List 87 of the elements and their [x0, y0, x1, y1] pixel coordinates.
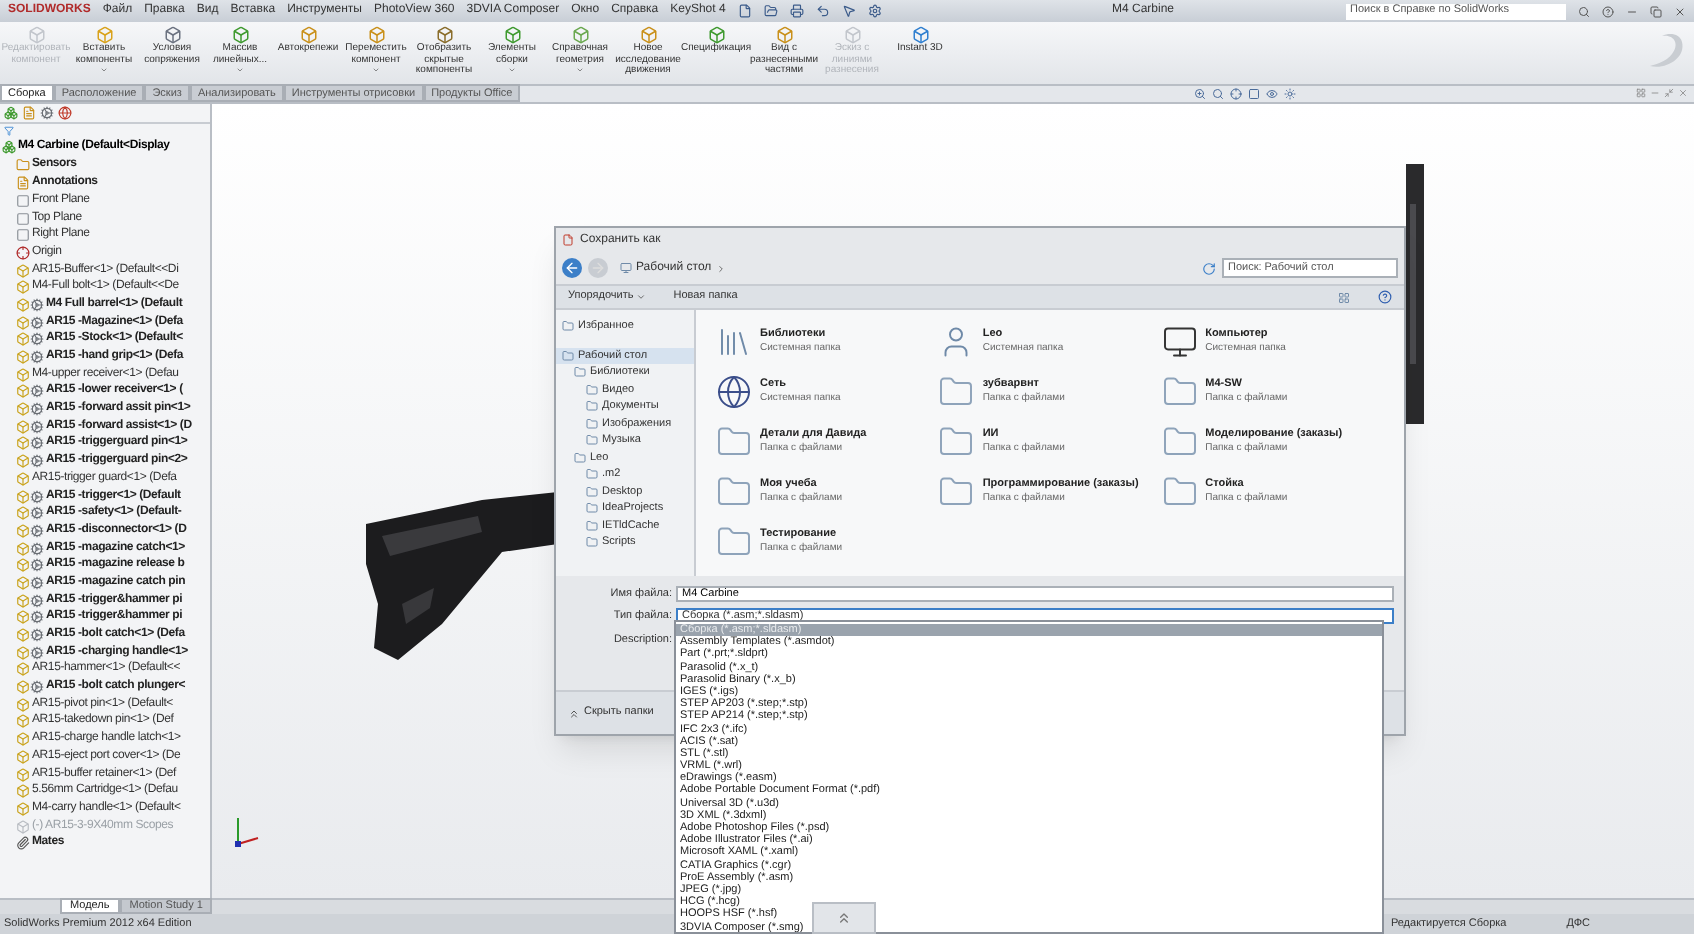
chevrons-up-icon — [836, 910, 852, 926]
folder-icon — [574, 451, 586, 464]
cube-icon — [16, 489, 30, 503]
search-icon[interactable] — [1578, 5, 1590, 17]
pointer-icon[interactable] — [841, 4, 856, 18]
gear-icon — [30, 645, 44, 660]
folder-icon — [586, 519, 598, 532]
document-icon — [16, 176, 30, 191]
assembly-icon — [2, 140, 16, 155]
folder-icon — [938, 424, 975, 460]
cube-icon — [911, 26, 929, 44]
tile-icon[interactable] — [1636, 88, 1646, 98]
gear-icon — [30, 350, 44, 364]
zoom-icon[interactable] — [1194, 87, 1206, 99]
cube-icon — [95, 26, 113, 44]
globe-icon — [716, 374, 752, 410]
restore-icon[interactable] — [1650, 5, 1662, 17]
folder-icon — [586, 400, 598, 413]
cube-icon — [435, 26, 453, 44]
search-icon[interactable] — [1212, 87, 1224, 99]
cube-icon — [299, 26, 317, 44]
folder-icon — [16, 158, 30, 173]
undo-icon[interactable] — [815, 4, 830, 18]
monitor-icon — [1161, 324, 1198, 360]
cube-icon — [16, 819, 30, 834]
folder-icon — [586, 536, 598, 549]
folder-icon — [938, 474, 975, 510]
origin-icon — [16, 245, 30, 260]
cube-icon — [163, 26, 181, 44]
view-icon[interactable] — [1338, 291, 1350, 303]
gear-icon — [30, 680, 44, 695]
folder-icon — [1161, 374, 1198, 410]
view-icon[interactable] — [1230, 87, 1242, 99]
cube-icon — [367, 26, 385, 44]
gear-icon — [30, 297, 44, 312]
printer-icon[interactable] — [789, 4, 804, 18]
gear-icon — [30, 489, 44, 503]
folder-icon — [586, 485, 598, 498]
folder-icon — [1161, 474, 1198, 510]
back-icon[interactable] — [562, 258, 582, 278]
appearance-tab-icon[interactable] — [58, 106, 72, 120]
folder-icon — [586, 417, 598, 430]
monitor-icon — [620, 262, 632, 274]
folder-icon — [716, 524, 752, 560]
help-icon[interactable] — [1602, 5, 1614, 17]
gear-icon — [30, 454, 44, 469]
library-icon — [716, 324, 752, 360]
restore-icon[interactable] — [1664, 88, 1674, 98]
tree-tab-icon[interactable] — [4, 106, 18, 120]
settings-icon[interactable] — [867, 4, 882, 18]
close-icon[interactable] — [1674, 5, 1686, 17]
cube-icon — [16, 628, 30, 642]
document-icon[interactable] — [737, 4, 752, 18]
folder-icon — [562, 349, 574, 362]
cube-icon — [503, 26, 521, 44]
refresh-icon[interactable] — [1202, 261, 1216, 275]
folder-icon — [1161, 424, 1198, 460]
folder-icon — [716, 424, 752, 460]
cube-icon — [571, 26, 589, 44]
cube-icon — [16, 767, 30, 781]
folder-icon — [586, 383, 598, 396]
folder-icon — [716, 474, 752, 510]
property-tab-icon[interactable] — [22, 106, 36, 120]
folder-icon[interactable] — [763, 4, 778, 18]
cube-icon — [16, 350, 30, 364]
filter-icon[interactable] — [4, 126, 14, 136]
cube-icon — [707, 26, 725, 44]
cube-icon — [639, 26, 657, 44]
folder-icon — [562, 320, 574, 333]
folder-icon — [938, 374, 975, 410]
eye-icon[interactable] — [1266, 87, 1278, 99]
folder-icon — [574, 366, 586, 379]
config-tab-icon[interactable] — [40, 106, 54, 120]
cube-icon — [775, 26, 793, 44]
axis-triad-icon — [232, 814, 260, 850]
caret-icon — [635, 292, 646, 302]
folder-icon — [586, 502, 598, 515]
minimize-icon[interactable] — [1626, 5, 1638, 17]
app-icon — [562, 234, 574, 246]
folder-icon — [586, 468, 598, 481]
gear-icon — [30, 628, 44, 642]
paperclip-icon — [16, 836, 30, 851]
folder-icon — [586, 434, 598, 447]
help-icon[interactable] — [1378, 290, 1392, 304]
gear-icon — [30, 384, 44, 399]
chevron-icon — [715, 263, 726, 273]
cube-icon — [231, 26, 249, 44]
